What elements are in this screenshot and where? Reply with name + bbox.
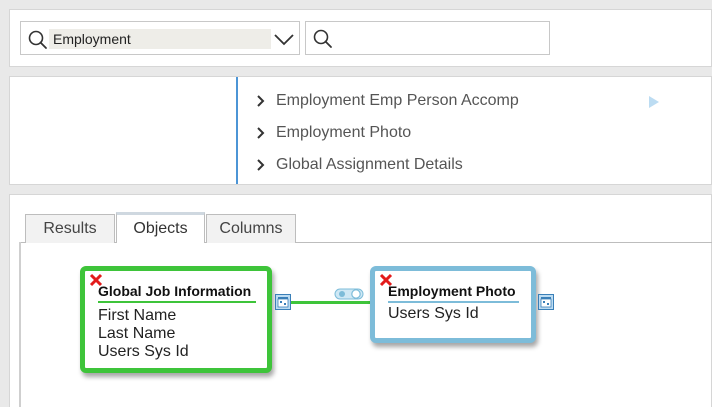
chevron-right-icon <box>257 127 265 139</box>
field-search-input[interactable] <box>305 21 550 55</box>
object-field[interactable]: Last Name <box>98 325 175 343</box>
object-title: Employment Photo <box>388 283 516 299</box>
object-box-global-job-information[interactable]: Global Job Information First Name Last N… <box>80 266 272 373</box>
search-icon <box>28 30 47 49</box>
tab-panel: Results Objects Columns Global Job Infor… <box>9 194 712 407</box>
chevron-right-icon <box>257 95 265 107</box>
list-item-label: Global Assignment Details <box>276 156 463 173</box>
content-left-border <box>19 242 21 407</box>
tab-results[interactable]: Results <box>25 214 115 243</box>
list-divider <box>236 77 238 184</box>
list-item-label: Employment Emp Person Accomp <box>276 92 519 109</box>
object-box-employment-photo[interactable]: Employment Photo Users Sys Id <box>370 266 536 343</box>
search-panel: Employment <box>9 9 712 67</box>
title-underline <box>98 301 256 303</box>
title-underline <box>388 301 519 303</box>
object-title: Global Job Information <box>98 283 252 299</box>
tab-columns[interactable]: Columns <box>206 214 296 243</box>
search-icon <box>313 29 332 48</box>
object-results-panel: Employment Emp Person Accomp Employment … <box>9 76 712 185</box>
list-item-label: Employment Photo <box>276 124 412 141</box>
object-search-combo[interactable]: Employment <box>20 21 300 55</box>
chevron-down-icon[interactable] <box>271 28 297 50</box>
chevron-right-icon <box>257 159 265 171</box>
object-field[interactable]: Users Sys Id <box>98 343 189 361</box>
calendar-icon[interactable] <box>275 294 291 310</box>
tab-objects[interactable]: Objects <box>116 212 205 243</box>
object-field[interactable]: Users Sys Id <box>388 305 479 323</box>
object-field[interactable]: First Name <box>98 307 176 325</box>
play-right-icon[interactable] <box>648 95 660 109</box>
join-connector <box>291 301 371 304</box>
object-search-input[interactable]: Employment <box>49 29 271 49</box>
calendar-icon[interactable] <box>538 294 554 310</box>
toggle-icon[interactable] <box>334 288 364 300</box>
